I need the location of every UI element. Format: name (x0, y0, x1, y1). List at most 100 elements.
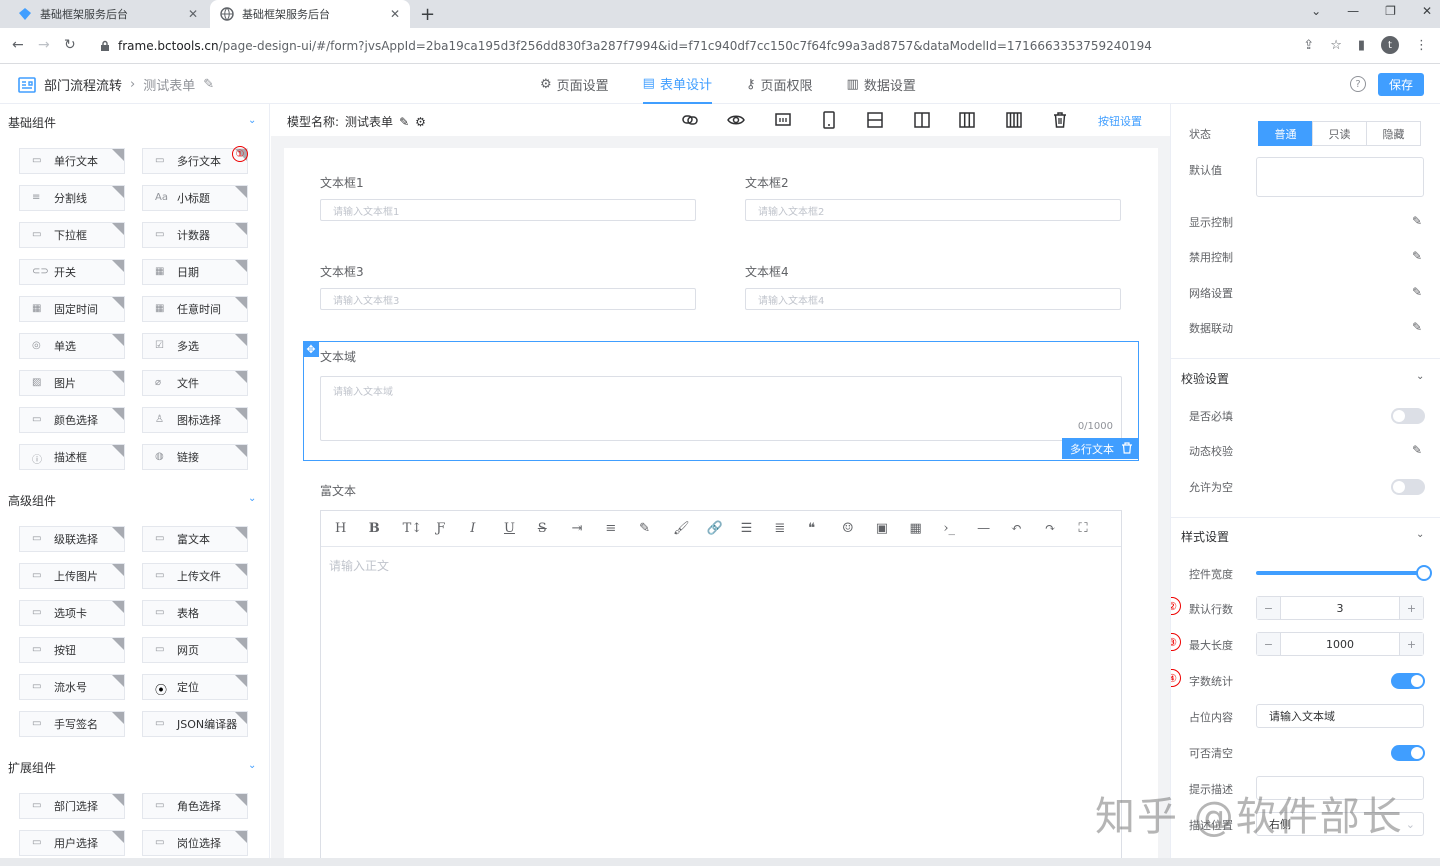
emoji-icon[interactable]: ☺ (842, 521, 876, 536)
palette-item[interactable]: ◎ 单选 (19, 333, 125, 359)
undo-icon[interactable]: ↶ (1011, 521, 1045, 536)
table-icon[interactable]: ▦ (910, 521, 944, 536)
three-column-icon[interactable] (958, 111, 976, 129)
mobile-layout-icon[interactable] (820, 111, 838, 129)
stepper-value[interactable]: 3 (1281, 597, 1399, 619)
font-size-icon[interactable]: T↕ (403, 521, 437, 536)
palette-item[interactable]: ⦿ 定位 (142, 674, 248, 700)
palette-item[interactable]: ▭ 计数器 (142, 222, 248, 248)
stepper-value[interactable]: 1000 (1281, 633, 1399, 655)
button-settings-link[interactable]: 按钮设置 (1098, 113, 1142, 129)
code-icon[interactable]: ›_ (943, 521, 977, 536)
increment-button[interactable]: + (1399, 633, 1423, 655)
palette-item[interactable]: ▭ 手写签名 (19, 711, 125, 737)
required-switch[interactable] (1391, 408, 1425, 424)
default-value-input[interactable] (1256, 157, 1424, 197)
chevron-down-icon[interactable]: ⌄ (1416, 371, 1424, 382)
slider-knob[interactable] (1416, 565, 1432, 581)
palette-item[interactable]: ▭ 上传图片 (19, 563, 125, 589)
two-column-icon[interactable] (913, 111, 931, 129)
reload-icon[interactable]: ↻ (64, 37, 76, 53)
text-input-4[interactable]: 请输入文本框4 (745, 288, 1121, 310)
chevron-down-icon[interactable]: ⌄ (248, 493, 256, 504)
url-field[interactable]: frame.bctools.cn/page-design-ui/#/form?j… (92, 32, 1302, 60)
palette-item[interactable]: ▭ 表格 (142, 600, 248, 626)
help-icon[interactable]: ? (1350, 76, 1366, 92)
palette-item[interactable]: ▭ 部门选择 (19, 793, 125, 819)
edit-icon[interactable]: ✎ (1412, 214, 1424, 228)
browser-tab-1[interactable]: 基础框架服务后台 ✕ (8, 0, 208, 28)
profile-avatar[interactable]: t (1381, 36, 1399, 54)
palette-item[interactable]: ♙ 图标选择 (142, 407, 248, 433)
status-option-readonly[interactable]: 只读 (1312, 121, 1367, 146)
eye-icon[interactable] (727, 111, 745, 129)
strikethrough-icon[interactable]: S (538, 521, 572, 536)
palette-item[interactable]: ▭ 颜色选择 (19, 407, 125, 433)
text-color-icon[interactable]: ✎ (639, 521, 673, 536)
chevron-down-icon[interactable]: ⌄ (248, 760, 256, 771)
palette-item[interactable]: ▭ 下拉框 (19, 222, 125, 248)
close-icon[interactable]: ✕ (390, 7, 400, 21)
palette-item[interactable]: ▭ 单行文本 (19, 148, 125, 174)
bookmark-star-icon[interactable]: ☆ (1330, 38, 1342, 53)
font-family-icon[interactable]: Ƒ (436, 521, 470, 536)
status-option-normal[interactable]: 普通 (1258, 121, 1313, 146)
palette-item[interactable]: ▭ 富文本 (142, 526, 248, 552)
edit-pencil-icon[interactable]: ✎ (399, 115, 409, 129)
sidepanel-icon[interactable]: ▮ (1358, 38, 1365, 53)
minimize-icon[interactable]: — (1347, 4, 1359, 18)
delete-widget-icon[interactable] (1121, 442, 1133, 454)
bullet-list-icon[interactable]: ☰ (741, 521, 775, 536)
palette-item[interactable]: ▭ 流水号 (19, 674, 125, 700)
edit-pencil-icon[interactable]: ✎ (203, 77, 214, 92)
line-height-icon[interactable]: ≡ (605, 521, 639, 536)
text-input-1[interactable]: 请输入文本框1 (320, 199, 696, 221)
palette-item[interactable]: ▦ 日期 (142, 259, 248, 285)
word-count-switch[interactable] (1391, 673, 1425, 689)
hyperlink-icon[interactable]: 🔗 (707, 521, 741, 536)
tab-page-permissions[interactable]: ⚷ 页面权限 (746, 64, 813, 104)
forward-icon[interactable]: → (38, 37, 50, 53)
quote-icon[interactable]: ❝ (808, 521, 842, 536)
divider-icon[interactable]: — (977, 521, 1011, 536)
palette-item[interactable]: Aa 小标题 (142, 185, 248, 211)
palette-item[interactable]: ▭ 上传文件 (142, 563, 248, 589)
redo-icon[interactable]: ↷ (1045, 521, 1079, 536)
palette-item[interactable]: ▭ 选项卡 (19, 600, 125, 626)
decrement-button[interactable]: − (1257, 633, 1281, 655)
breadcrumb-app[interactable]: 部门流程流转 (44, 75, 122, 94)
tab-search-icon[interactable]: ⌄ (1311, 4, 1321, 18)
heading-icon[interactable]: H (335, 521, 369, 536)
chevron-down-icon[interactable]: ⌄ (1416, 529, 1424, 540)
clearable-switch[interactable] (1391, 745, 1425, 761)
settings-icon[interactable]: ⚙ (415, 115, 426, 129)
text-input-3[interactable]: 请输入文本框3 (320, 288, 696, 310)
tab-form-design[interactable]: ▤ 表单设计 (642, 64, 712, 104)
one-column-icon[interactable] (866, 111, 884, 129)
indent-icon[interactable]: ⇥ (572, 521, 606, 536)
image-icon[interactable]: ▣ (876, 521, 910, 536)
bold-icon[interactable]: B (369, 521, 403, 536)
tab-page-settings[interactable]: ⚙ 页面设置 (540, 64, 609, 104)
allow-empty-switch[interactable] (1391, 479, 1425, 495)
palette-item[interactable]: ▭ 按钮 (19, 637, 125, 663)
palette-item[interactable]: ▭ 级联选择 (19, 526, 125, 552)
underline-icon[interactable]: U (504, 521, 538, 536)
new-tab-icon[interactable]: + (420, 4, 435, 25)
trash-icon[interactable] (1051, 111, 1069, 129)
palette-item[interactable]: ▭ JSON编译器 (142, 711, 248, 737)
palette-item[interactable]: ▭ 岗位选择 (142, 830, 248, 856)
palette-item[interactable]: ⓘ 描述框 (19, 444, 125, 470)
align-icon[interactable]: ≣ (774, 521, 808, 536)
four-column-icon[interactable] (1005, 111, 1023, 129)
palette-item[interactable]: ☑ 多选 (142, 333, 248, 359)
close-window-icon[interactable]: ✕ (1422, 4, 1432, 18)
more-menu-icon[interactable]: ⋮ (1415, 38, 1428, 53)
edit-icon[interactable]: ✎ (1412, 443, 1424, 457)
palette-item[interactable]: ◍ 链接 (142, 444, 248, 470)
browser-tab-2[interactable]: 基础框架服务后台 ✕ (210, 0, 410, 28)
palette-item[interactable]: ▦ 任意时间 (142, 296, 248, 322)
edit-icon[interactable]: ✎ (1412, 249, 1424, 263)
default-rows-stepper[interactable]: − 3 + (1256, 596, 1424, 620)
palette-item[interactable]: ▦ 固定时间 (19, 296, 125, 322)
